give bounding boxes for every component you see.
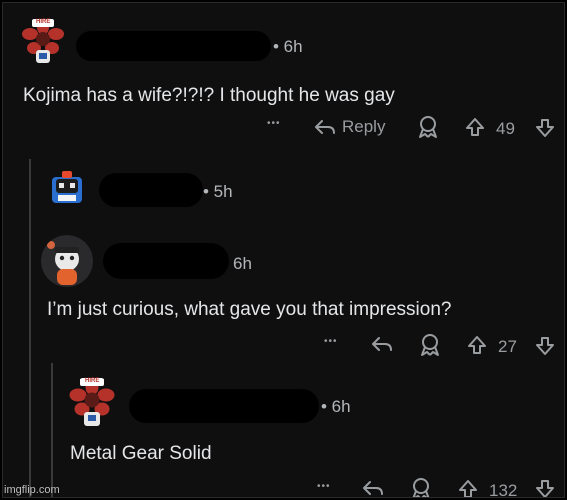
more-options-button[interactable]: ••• bbox=[317, 481, 331, 492]
reply-button[interactable] bbox=[362, 479, 384, 497]
downvote-button[interactable] bbox=[535, 118, 555, 138]
award-button[interactable] bbox=[419, 333, 441, 357]
downvote-icon bbox=[536, 337, 554, 355]
comment-timestamp: 6h bbox=[233, 254, 252, 273]
reply-arrow-icon bbox=[363, 481, 383, 495]
more-icon: ••• bbox=[317, 481, 331, 492]
comment-timestamp: • 5h bbox=[203, 182, 233, 201]
downvote-button[interactable] bbox=[535, 336, 555, 356]
reply-button[interactable] bbox=[371, 335, 393, 353]
vote-count: 27 bbox=[498, 337, 517, 356]
upvote-button[interactable] bbox=[465, 117, 485, 137]
comment-thread: HIRE • 6h Kojima has a wife?!?!? I thoug… bbox=[2, 2, 565, 498]
robot-avatar-icon bbox=[44, 165, 90, 211]
watermark: imgflip.com bbox=[4, 484, 60, 496]
vote-count: 132 bbox=[489, 481, 518, 498]
redacted-username bbox=[129, 389, 319, 423]
user-avatar[interactable]: HIRE bbox=[19, 17, 67, 65]
upvote-button[interactable] bbox=[458, 479, 478, 497]
reply-label: Reply bbox=[342, 117, 386, 136]
award-icon bbox=[419, 116, 437, 138]
thread-line[interactable] bbox=[29, 159, 31, 497]
user-avatar[interactable] bbox=[41, 235, 93, 287]
redacted-username bbox=[103, 243, 229, 279]
snoo-avatar-icon bbox=[41, 235, 93, 287]
comment-timestamp: • 6h bbox=[273, 37, 303, 56]
reply-button[interactable]: Reply bbox=[314, 117, 385, 137]
upvote-button[interactable] bbox=[467, 335, 487, 355]
user-avatar[interactable] bbox=[44, 165, 90, 211]
comment-timestamp: • 6h bbox=[321, 397, 351, 416]
thread-line[interactable] bbox=[51, 363, 53, 497]
upvote-icon bbox=[468, 336, 486, 354]
more-options-button[interactable]: ••• bbox=[324, 336, 338, 347]
downvote-button[interactable] bbox=[535, 479, 555, 497]
vote-count: 49 bbox=[496, 119, 515, 138]
more-options-button[interactable]: ••• bbox=[267, 118, 281, 129]
comment-text: Kojima has a wife?!?!? I thought he was … bbox=[23, 85, 395, 106]
more-icon: ••• bbox=[324, 336, 338, 347]
reply-arrow-icon bbox=[372, 337, 392, 351]
avatar-badge: HIRE bbox=[36, 19, 51, 25]
comment-text: Metal Gear Solid bbox=[70, 443, 212, 464]
redacted-username bbox=[99, 173, 203, 207]
award-button[interactable] bbox=[417, 115, 439, 139]
upvote-icon bbox=[459, 480, 477, 497]
avatar-badge: HIRE bbox=[85, 378, 100, 384]
more-icon: ••• bbox=[267, 118, 281, 129]
reply-arrow-icon bbox=[315, 120, 335, 134]
redacted-username bbox=[76, 31, 271, 61]
award-icon bbox=[412, 478, 430, 497]
award-icon bbox=[421, 334, 439, 356]
downvote-icon bbox=[536, 480, 554, 497]
award-button[interactable] bbox=[410, 477, 432, 497]
comment-text: I’m just curious, what gave you that imp… bbox=[47, 299, 452, 320]
upvote-icon bbox=[466, 118, 484, 136]
downvote-icon bbox=[536, 119, 554, 137]
user-avatar[interactable]: HIRE bbox=[66, 376, 118, 428]
